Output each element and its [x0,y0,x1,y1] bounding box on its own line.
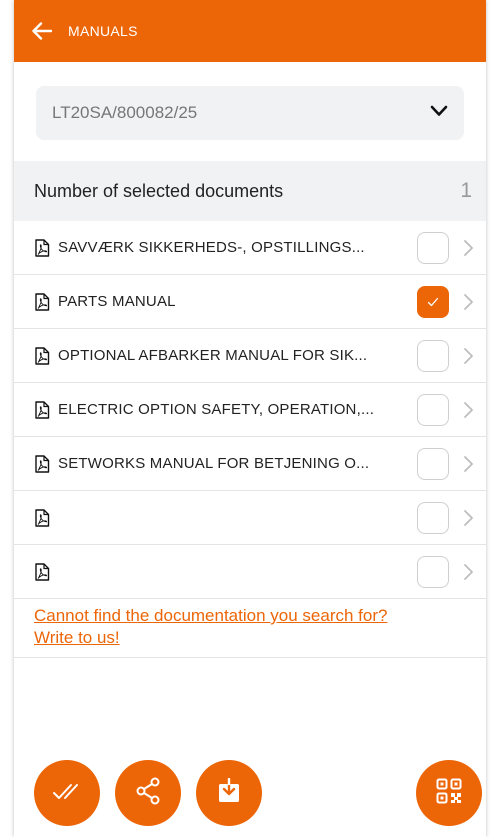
document-row[interactable]: SAVVÆRK SIKKERHEDS-, OPSTILLINGS... [14,221,486,275]
document-list: SAVVÆRK SIKKERHEDS-, OPSTILLINGS... PARTS… [14,221,486,599]
document-name: SAVVÆRK SIKKERHEDS-, OPSTILLINGS... [58,239,365,256]
download-button[interactable] [196,760,262,826]
pdf-file-icon [34,562,50,581]
document-row[interactable]: SETWORKS MANUAL FOR BETJENING O... [14,437,486,491]
app-frame: MANUALS LT20SA/800082/25 Number of selec… [14,0,486,837]
selected-count-label: Number of selected documents [34,180,284,201]
help-link-line2: Write to us! [34,628,120,647]
help-section: Cannot find the documentation you search… [14,599,486,658]
document-checkbox[interactable] [417,286,449,318]
document-checkbox[interactable] [417,232,449,264]
page-title: MANUALS [68,23,138,39]
arrow-left-icon[interactable] [30,19,54,43]
chevron-right-icon[interactable] [463,238,475,258]
document-checkbox[interactable] [417,502,449,534]
chevron-right-icon[interactable] [463,346,475,366]
document-row[interactable]: PARTS MANUAL [14,275,486,329]
double-check-icon [52,781,82,806]
qr-code-icon [436,778,462,809]
document-name: ELECTRIC OPTION SAFETY, OPERATION,... [58,401,375,418]
machine-select[interactable]: LT20SA/800082/25 [36,86,464,140]
document-checkbox[interactable] [417,340,449,372]
document-name: OPTIONAL AFBARKER MANUAL FOR SIK... [58,347,368,364]
checkmark-icon [426,296,440,308]
pdf-file-icon [34,400,50,419]
chevron-right-icon[interactable] [463,454,475,474]
document-name: SETWORKS MANUAL FOR BETJENING O... [58,455,370,472]
chevron-right-icon[interactable] [463,292,475,312]
select-all-button[interactable] [34,760,100,826]
pdf-file-icon [34,238,50,257]
pdf-file-icon [34,454,50,473]
pdf-file-icon [34,292,50,311]
document-row[interactable]: OPTIONAL AFBARKER MANUAL FOR SIK... [14,329,486,383]
scan-qr-button[interactable] [416,760,482,826]
help-link-line1: Cannot find the documentation you search… [34,606,388,625]
top-app-bar: MANUALS [14,0,486,62]
pdf-file-icon [34,346,50,365]
machine-select-value: LT20SA/800082/25 [52,103,198,122]
document-row[interactable] [14,545,486,599]
chevron-down-icon [430,104,448,122]
share-button[interactable] [115,760,181,826]
document-checkbox[interactable] [417,556,449,588]
document-checkbox[interactable] [417,394,449,426]
document-name: PARTS MANUAL [58,293,176,310]
help-link[interactable]: Cannot find the documentation you search… [34,605,466,649]
document-checkbox[interactable] [417,448,449,480]
document-row[interactable]: ELECTRIC OPTION SAFETY, OPERATION,... [14,383,486,437]
chevron-right-icon[interactable] [463,508,475,528]
selected-count-bar: Number of selected documents 1 [14,161,486,221]
share-icon [135,777,161,810]
selected-count-value: 1 [460,179,472,202]
chevron-right-icon[interactable] [463,400,475,420]
chevron-right-icon[interactable] [463,562,475,582]
download-icon [217,777,241,809]
pdf-file-icon [34,508,50,527]
document-row[interactable] [14,491,486,545]
